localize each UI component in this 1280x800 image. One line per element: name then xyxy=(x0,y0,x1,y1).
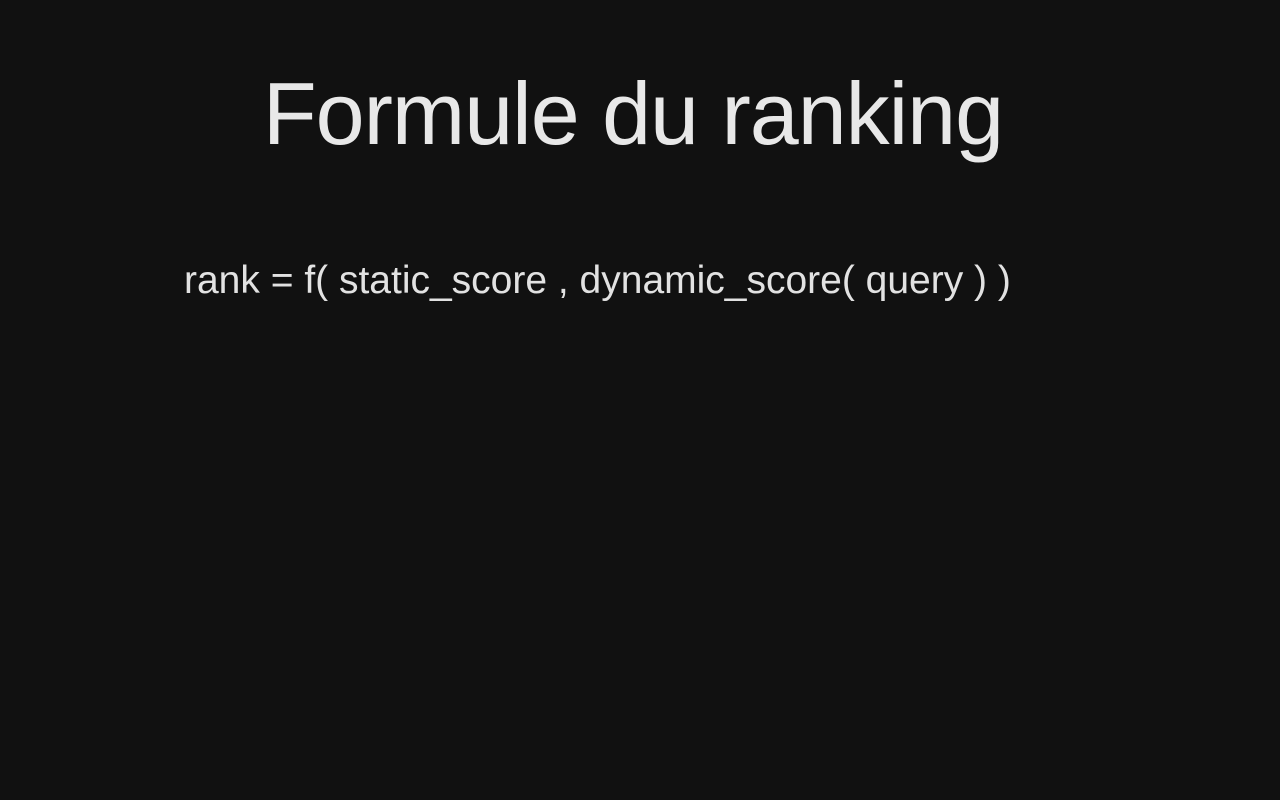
slide-title: Formule du ranking xyxy=(262,64,1004,163)
ranking-formula: rank = f( static_score , dynamic_score( … xyxy=(184,259,1011,302)
presentation-slide: Formule du ranking rank = f( static_scor… xyxy=(0,0,1280,800)
